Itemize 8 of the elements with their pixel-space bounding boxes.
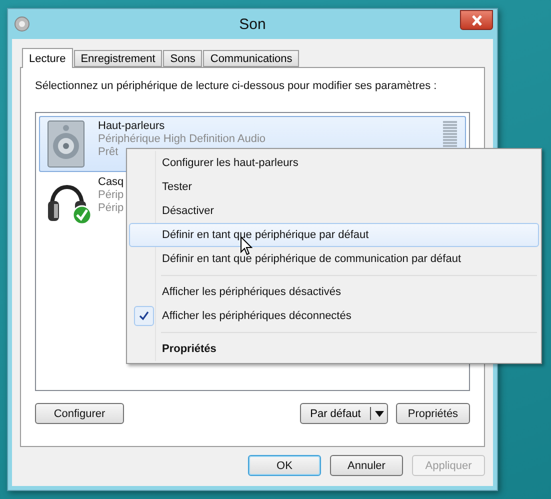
instruction-text: Sélectionnez un périphérique de lecture ci-dessous pour modifier ses paramètres : xyxy=(35,80,438,92)
device-description: Périphérique High Definition Audio xyxy=(98,133,266,146)
window-title: Son xyxy=(239,16,266,32)
device-description: Périp xyxy=(98,189,124,202)
device-status: Périp xyxy=(98,202,124,215)
device-name: Casq xyxy=(98,176,124,189)
device-name: Haut-parleurs xyxy=(98,120,165,133)
device-status: Prêt xyxy=(98,146,118,159)
